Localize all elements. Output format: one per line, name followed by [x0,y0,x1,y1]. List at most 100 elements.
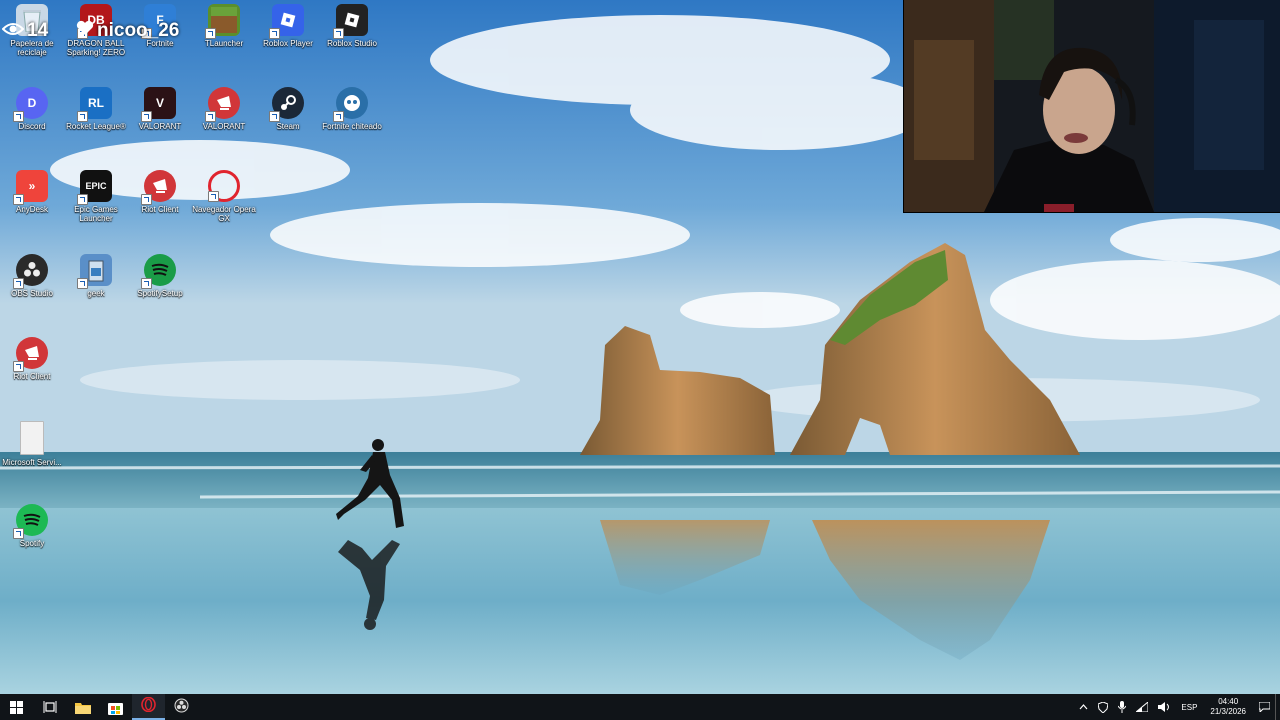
desktop-icon-geek-uninstaller[interactable]: geek [64,250,128,326]
desktop-icon-label: Fortnite chiteado [322,122,382,131]
desktop-icon-riot-client[interactable]: Riot Client [128,166,192,242]
desktop-icon-epic-games[interactable]: EPIC Epic Games Launcher [64,166,128,242]
obs-studio-icon [174,698,189,716]
clock-time: 04:40 [1218,697,1239,706]
desktop-icon-label: Roblox Player [263,39,313,48]
desktop-icon-label: TLauncher [204,39,244,48]
notifications-icon[interactable] [1254,702,1275,712]
shortcut-arrow-icon [141,194,152,205]
heart-icon [76,20,94,42]
shortcut-arrow-icon [208,191,219,202]
shortcut-arrow-icon [13,194,24,205]
desktop-icon-fortnite-chiteado[interactable]: Fortnite chiteado [320,83,384,159]
riot-client-icon [13,337,48,372]
desktop-icon-label: Navegador Opera GX [192,205,256,223]
shortcut-arrow-icon [333,28,344,39]
volume-icon[interactable] [1153,702,1176,712]
roblox-player-icon [269,4,304,39]
shortcut-arrow-icon [13,111,24,122]
eye-icon [1,20,25,42]
spotify-icon [13,504,48,539]
show-desktop-button[interactable] [1275,694,1280,720]
shortcut-arrow-icon [269,111,280,122]
desktop-icon-obs-studio[interactable]: OBS Studio [0,250,64,326]
desktop-icon-label: Microsoft Servi... [2,458,62,467]
desktop-icon-riot-client[interactable]: Riot Client [0,333,64,409]
document-file-icon [20,421,44,455]
shortcut-arrow-icon [333,111,344,122]
desktop-icon-anydesk[interactable]: » AnyDesk [0,166,64,242]
desktop-icon-valorant[interactable]: V VALORANT [128,83,192,159]
clock[interactable]: 04:40 21/3/2026 [1202,697,1254,717]
discord-icon: D [13,87,48,122]
desktop-icon-steam[interactable]: Steam [256,83,320,159]
desktop-icon-spotify[interactable]: Spotify [0,500,64,576]
viewer-count-overlay: 14 [1,20,48,42]
desktop-icon-roblox-player[interactable]: Roblox Player [256,0,320,76]
shortcut-arrow-icon [13,361,24,372]
clock-date: 21/3/2026 [1210,707,1246,716]
taskbar: ESP 04:40 21/3/2026 [0,694,1280,720]
epic-games-icon: EPIC [77,170,112,205]
obs-studio-taskbar-button[interactable] [165,694,198,720]
file-explorer-icon[interactable] [66,694,99,720]
geek-uninstaller-icon [77,254,112,289]
desktop-icon-spotify-setup[interactable]: SpotifySetup [128,250,192,326]
system-tray: ESP 04:40 21/3/2026 [1074,694,1280,720]
desktop-icon-rocket-league[interactable]: RL Rocket League® [64,83,128,159]
shortcut-arrow-icon [13,278,24,289]
task-view-icon[interactable] [33,694,66,720]
desktop-icon-discord[interactable]: D Discord [0,83,64,159]
spotify-setup-icon [141,254,176,289]
desktop-icon-document-file[interactable]: Microsoft Servi... [0,417,64,493]
chevron-up-icon[interactable] [1074,704,1093,710]
desktop-icon-label: Discord [18,122,46,131]
desktop-icon-label: Riot Client [13,372,51,381]
desktop-icon-tlauncher[interactable]: TLauncher [192,0,256,76]
channel-name: nicoo_26 [97,20,180,41]
shortcut-arrow-icon [77,194,88,205]
windows-start-icon[interactable] [0,694,33,720]
valorant-icon: V [141,87,176,122]
desktop-icon-label: Riot Client [141,205,179,214]
rocket-league-icon: RL [77,87,112,122]
desktop-icon-label: Rocket League® [66,122,126,131]
shortcut-arrow-icon [141,111,152,122]
desktop-icon-label: Spotify [19,539,45,548]
desktop-icon-label: Epic Games Launcher [74,205,118,223]
fortnite-chiteado-icon [333,87,368,122]
desktop-icon-label: Steam [276,122,300,131]
shortcut-arrow-icon [269,28,280,39]
shortcut-arrow-icon [141,278,152,289]
tlauncher-icon [205,4,240,39]
shortcut-arrow-icon [205,111,216,122]
network-icon[interactable] [1131,702,1153,712]
desktop-icon-label: geek [87,289,105,298]
desktop-icon-label: Roblox Studio [327,39,377,48]
opera-gx-icon [208,170,240,202]
desktop-icon-label: AnyDesk [15,205,48,214]
shortcut-arrow-icon [205,28,216,39]
obs-studio-icon [13,254,48,289]
opera-gx-taskbar-button[interactable] [132,694,165,720]
microsoft-store-icon[interactable] [99,694,132,720]
desktop-icon-roblox-studio[interactable]: Roblox Studio [320,0,384,76]
microphone-icon[interactable] [1113,701,1131,713]
security-shield-icon[interactable] [1093,701,1113,713]
desktop-icon-label: VALORANT [138,122,182,131]
webcam-overlay [903,0,1280,213]
roblox-studio-icon [333,4,368,39]
desktop-icon-label: OBS Studio [11,289,53,298]
desktop-icon-label: VALORANT [202,122,246,131]
desktop-icon-label: SpotifySetup [137,289,183,298]
shortcut-arrow-icon [77,111,88,122]
steam-icon [269,87,304,122]
desktop-icon-riot-valorant[interactable]: VALORANT [192,83,256,159]
language-indicator[interactable]: ESP [1176,703,1202,712]
riot-client-icon [141,170,176,205]
riot-valorant-icon [205,87,240,122]
shortcut-arrow-icon [13,528,24,539]
desktop-icon-opera-gx[interactable]: Navegador Opera GX [192,166,256,242]
channel-name-overlay: nicoo_26 [76,20,179,42]
shortcut-arrow-icon [77,278,88,289]
